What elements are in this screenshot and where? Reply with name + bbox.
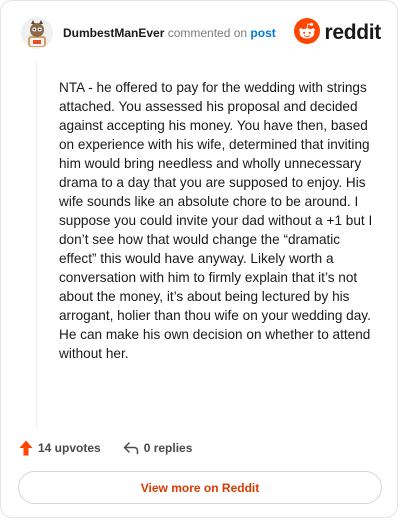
reply-count: 0 replies (143, 441, 193, 455)
reddit-logo[interactable]: reddit (294, 17, 381, 49)
reply-arrow-icon (123, 441, 139, 455)
reddit-snoo-icon (294, 17, 321, 49)
comment-meta: DumbestManEver commented on post (63, 25, 276, 41)
author-name[interactable]: DumbestManEver (63, 26, 164, 40)
view-more-button[interactable]: View more on Reddit (18, 471, 382, 504)
thread-line[interactable] (36, 61, 37, 429)
upvote-count: 14 upvotes (38, 441, 101, 455)
reddit-comment-embed: DumbestManEver commented on post reddit (0, 0, 398, 518)
upvote-button[interactable]: 14 upvotes (19, 440, 101, 456)
comment-actions: 14 upvotes 0 replies (19, 438, 192, 458)
commented-on-text: commented on (164, 26, 251, 40)
reddit-wordmark: reddit (324, 21, 381, 44)
upvote-arrow-icon[interactable] (19, 440, 33, 456)
replies-button[interactable]: 0 replies (123, 441, 193, 455)
user-avatar-icon[interactable] (21, 17, 53, 49)
comment-header: DumbestManEver commented on post reddit (21, 17, 381, 51)
comment-body: NTA - he offered to pay for the wedding … (59, 80, 373, 361)
post-link[interactable]: post (250, 26, 275, 40)
